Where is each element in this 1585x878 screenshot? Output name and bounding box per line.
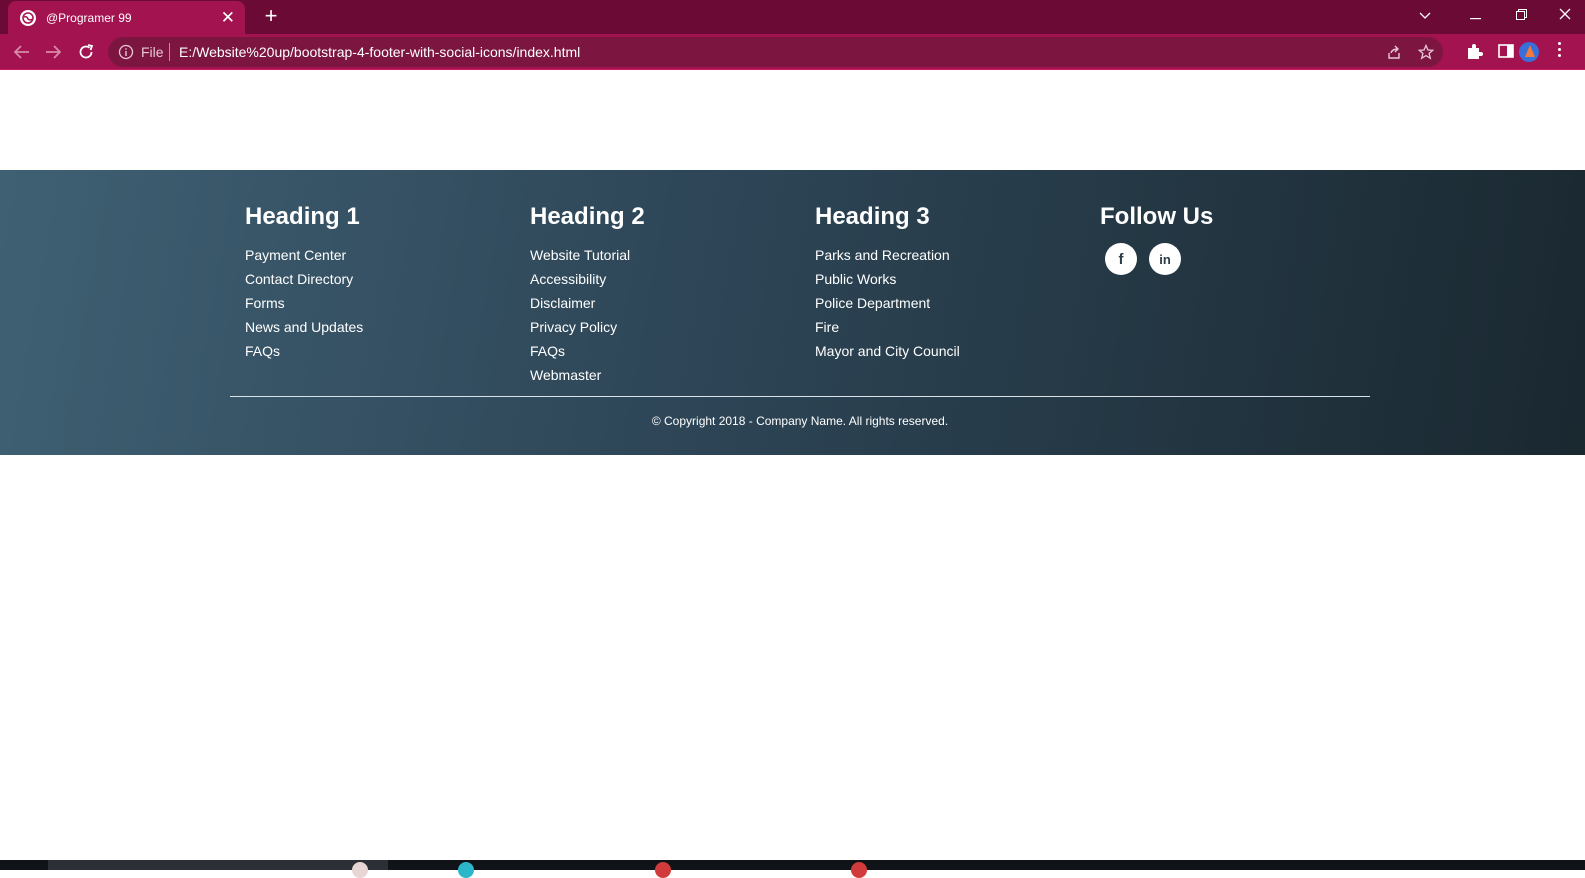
os-taskbar [0, 860, 1585, 878]
footer-column-3: Heading 3 Parks and Recreation Public Wo… [815, 202, 960, 363]
share-icon[interactable] [1386, 44, 1402, 65]
footer-column-1: Heading 1 Payment Center Contact Directo… [245, 202, 363, 363]
social-icons: f in [1105, 243, 1213, 275]
footer-link-list-3: Parks and Recreation Public Works Police… [815, 243, 960, 363]
bookmark-star-icon[interactable] [1417, 43, 1435, 65]
taskbar-app-icon[interactable] [458, 862, 474, 878]
footer-link-list-2: Website Tutorial Accessibility Disclaime… [530, 243, 645, 387]
taskbar-search[interactable] [48, 860, 388, 870]
forward-arrow-icon[interactable] [41, 40, 65, 64]
footer-link-list-1: Payment Center Contact Directory Forms N… [245, 243, 363, 363]
browser-tab-active[interactable]: @Programer 99 ✕ [8, 1, 245, 34]
footer-heading-2: Heading 2 [530, 203, 645, 230]
footer-link[interactable]: Mayor and City Council [815, 343, 960, 359]
footer-link[interactable]: News and Updates [245, 319, 363, 335]
side-panel-icon[interactable] [1498, 43, 1514, 64]
extensions-puzzle-icon[interactable] [1466, 43, 1483, 65]
taskbar-app-icon[interactable] [655, 862, 671, 878]
footer-column-2: Heading 2 Website Tutorial Accessibility… [530, 202, 645, 387]
footer-link[interactable]: Disclaimer [530, 295, 595, 311]
footer-link[interactable]: Contact Directory [245, 271, 353, 287]
footer-follow-column: Follow Us f in [1100, 202, 1213, 275]
back-arrow-icon[interactable] [10, 40, 34, 64]
new-tab-button[interactable]: + [259, 5, 283, 29]
browser-tab-strip: @Programer 99 ✕ + [0, 0, 1585, 34]
footer-link[interactable]: FAQs [245, 343, 280, 359]
close-window-button[interactable] [1550, 4, 1580, 28]
reload-icon[interactable] [74, 40, 98, 64]
taskbar-app-icon[interactable] [851, 862, 867, 878]
address-bar[interactable]: File E:/Website%20up/bootstrap-4-footer-… [108, 37, 1443, 67]
footer-link[interactable]: Privacy Policy [530, 319, 617, 335]
profile-avatar[interactable] [1519, 42, 1539, 62]
linkedin-icon[interactable]: in [1149, 243, 1181, 275]
footer-link[interactable]: Payment Center [245, 247, 346, 263]
footer-divider [230, 396, 1370, 397]
footer-link[interactable]: Fire [815, 319, 839, 335]
scheme-label: File [141, 44, 164, 60]
footer-link[interactable]: Webmaster [530, 367, 601, 383]
site-footer: Heading 1 Payment Center Contact Directo… [0, 170, 1585, 455]
minimize-button[interactable] [1460, 4, 1490, 28]
site-info-icon[interactable] [118, 44, 134, 65]
browser-menu-icon[interactable] [1558, 42, 1561, 60]
tab-close-icon[interactable]: ✕ [221, 9, 235, 26]
footer-link[interactable]: Website Tutorial [530, 247, 630, 263]
globe-icon [20, 9, 36, 26]
browser-toolbar: File E:/Website%20up/bootstrap-4-footer-… [0, 34, 1585, 70]
address-separator [169, 43, 170, 61]
footer-link[interactable]: Parks and Recreation [815, 247, 950, 263]
footer-link[interactable]: Public Works [815, 271, 896, 287]
footer-heading-3: Heading 3 [815, 203, 930, 230]
footer-link[interactable]: Forms [245, 295, 285, 311]
cloud-icon [352, 862, 368, 878]
tab-search-dropdown-icon[interactable] [1410, 4, 1440, 28]
restore-button[interactable] [1506, 4, 1536, 28]
linkedin-glyph: in [1159, 251, 1171, 267]
facebook-glyph: f [1118, 250, 1124, 268]
footer-link[interactable]: FAQs [530, 343, 565, 359]
footer-link[interactable]: Police Department [815, 295, 930, 311]
facebook-icon[interactable]: f [1105, 243, 1137, 275]
tab-title: @Programer 99 [46, 10, 132, 25]
url-text[interactable]: E:/Website%20up/bootstrap-4-footer-with-… [179, 44, 580, 60]
follow-us-heading: Follow Us [1100, 203, 1214, 230]
footer-heading-1: Heading 1 [245, 203, 360, 230]
copyright-text: © Copyright 2018 - Company Name. All rig… [651, 414, 949, 428]
footer-link[interactable]: Accessibility [530, 271, 606, 287]
